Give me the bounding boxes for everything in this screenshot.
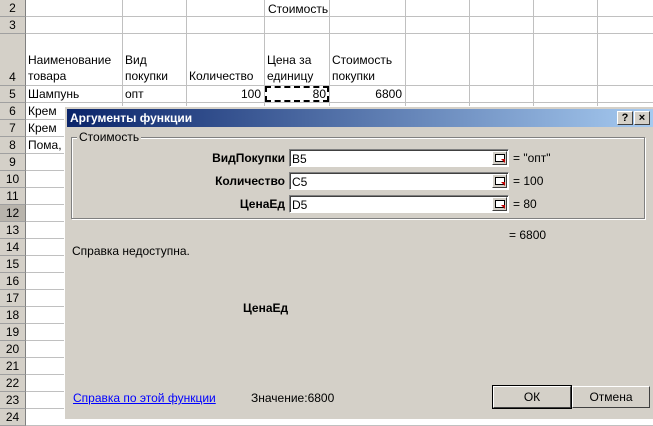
arg-result-tsenaed: = 80 <box>513 197 537 211</box>
row-line <box>26 85 653 86</box>
row-number: 17 <box>5 291 20 305</box>
row-header[interactable]: 20 <box>0 341 26 358</box>
arg-label-tsenaed: ЦенаЕд <box>239 197 285 211</box>
row-header[interactable]: 4 <box>0 34 26 86</box>
value-label: Значение: <box>251 391 308 405</box>
function-help-link[interactable]: Справка по этой функции <box>73 391 216 405</box>
row-number: 16 <box>5 274 20 288</box>
ok-button[interactable]: ОК <box>492 385 572 409</box>
row-number: 11 <box>6 189 19 203</box>
cell-e4-line2[interactable]: покупки <box>332 69 375 84</box>
arg-input-tsenaed[interactable]: D5 <box>289 195 509 213</box>
row-number: 13 <box>5 223 20 237</box>
row-header[interactable]: 5 <box>0 86 26 103</box>
row-header[interactable]: 22 <box>0 375 26 392</box>
row-header[interactable]: 2 <box>0 0 26 17</box>
help-button[interactable]: ? <box>617 111 633 125</box>
row-number: 3 <box>9 18 16 32</box>
cell-d4-line2[interactable]: единицу <box>267 69 313 84</box>
row-header[interactable]: 15 <box>0 256 26 273</box>
row-header[interactable]: 9 <box>0 154 26 171</box>
dialog-titlebar[interactable]: Аргументы функции ? × <box>67 109 653 127</box>
value-number: 6800 <box>307 391 335 405</box>
row-number: 20 <box>5 342 20 356</box>
row-number: 8 <box>9 138 16 152</box>
row-number: 6 <box>9 104 16 118</box>
row-header[interactable]: 11 <box>0 188 26 205</box>
cell-a5[interactable]: Шампунь <box>28 87 79 102</box>
row-number: 24 <box>5 410 20 424</box>
collapse-dialog-icon[interactable] <box>492 151 507 165</box>
function-arguments-dialog: Аргументы функции ? × Стоимость ВидПокуп… <box>64 106 653 419</box>
cell-a4-line2[interactable]: товара <box>28 69 66 84</box>
arg-input-kolichestvo[interactable]: C5 <box>289 172 509 190</box>
cell-d2[interactable]: Стоимость <box>268 2 328 17</box>
row-header[interactable]: 8 <box>0 137 26 154</box>
row-header[interactable]: 23 <box>0 392 26 409</box>
cell-a6[interactable]: Крем <box>28 104 57 119</box>
cell-b4-line1[interactable]: Вид <box>125 53 147 68</box>
current-argument-name: ЦенаЕд <box>243 301 289 315</box>
row-number: 9 <box>9 155 16 169</box>
row-header[interactable]: 14 <box>0 239 26 256</box>
row-header[interactable]: 12 <box>0 205 26 222</box>
formula-result: = 6800 <box>509 228 547 242</box>
function-name-label: Стоимость <box>77 130 142 144</box>
arg-label-vidpokupki: ВидПокупки <box>212 151 285 165</box>
cell-a4-line1[interactable]: Наименование <box>28 53 111 68</box>
row-number: 22 <box>5 376 20 390</box>
cell-b5[interactable]: опт <box>125 87 144 102</box>
row-number: 5 <box>9 87 16 101</box>
row-header[interactable]: 18 <box>0 307 26 324</box>
arg-label-kolichestvo: Количество <box>215 174 285 188</box>
cell-e5[interactable]: 6800 <box>330 87 402 102</box>
row-header[interactable]: 3 <box>0 17 26 34</box>
arg-input-value: B5 <box>292 152 307 166</box>
row-header[interactable]: 24 <box>0 409 26 426</box>
row-header[interactable]: 10 <box>0 171 26 188</box>
row-number: 18 <box>5 308 20 322</box>
collapse-dialog-icon[interactable] <box>492 197 507 211</box>
row-number: 4 <box>9 70 16 84</box>
cell-b4-line2[interactable]: покупки <box>125 69 168 84</box>
row-line <box>26 16 653 17</box>
cell-a7[interactable]: Крем <box>28 121 57 136</box>
cell-c4[interactable]: Количество <box>189 69 253 84</box>
row-number: 10 <box>5 172 20 186</box>
copy-marquee <box>265 86 329 102</box>
row-line <box>26 33 653 34</box>
arg-result-kolichestvo: = 100 <box>513 174 544 188</box>
value-readout: Значение:6800 <box>251 391 334 406</box>
row-header[interactable]: 6 <box>0 103 26 120</box>
row-number: 19 <box>5 325 20 339</box>
row-number: 7 <box>9 121 16 135</box>
row-header[interactable]: 7 <box>0 120 26 137</box>
row-number: 12 <box>5 206 20 220</box>
row-header[interactable]: 13 <box>0 222 26 239</box>
cell-c5[interactable]: 100 <box>187 87 261 102</box>
cell-a8[interactable]: Пома, <box>28 138 62 153</box>
help-unavailable-text: Справка недоступна. <box>72 244 190 258</box>
dialog-title: Аргументы функции <box>70 111 193 125</box>
row-number: 23 <box>5 393 20 407</box>
row-line <box>26 102 653 103</box>
cancel-button[interactable]: Отмена <box>572 386 650 408</box>
arg-input-value: D5 <box>292 198 308 212</box>
row-header[interactable]: 21 <box>0 358 26 375</box>
arg-input-value: C5 <box>292 175 308 189</box>
arg-input-vidpokupki[interactable]: B5 <box>289 149 509 167</box>
row-number: 21 <box>5 359 20 373</box>
row-header[interactable]: 19 <box>0 324 26 341</box>
cell-e4-line1[interactable]: Стоимость <box>332 53 392 68</box>
row-header[interactable]: 16 <box>0 273 26 290</box>
row-header[interactable]: 17 <box>0 290 26 307</box>
arg-result-vidpokupki: = "опт" <box>513 151 551 165</box>
close-button[interactable]: × <box>634 111 650 125</box>
cell-d4-line1[interactable]: Цена за <box>267 53 311 68</box>
row-number: 2 <box>9 1 16 15</box>
row-number: 14 <box>5 240 20 254</box>
collapse-dialog-icon[interactable] <box>492 174 507 188</box>
row-number: 15 <box>5 257 20 271</box>
